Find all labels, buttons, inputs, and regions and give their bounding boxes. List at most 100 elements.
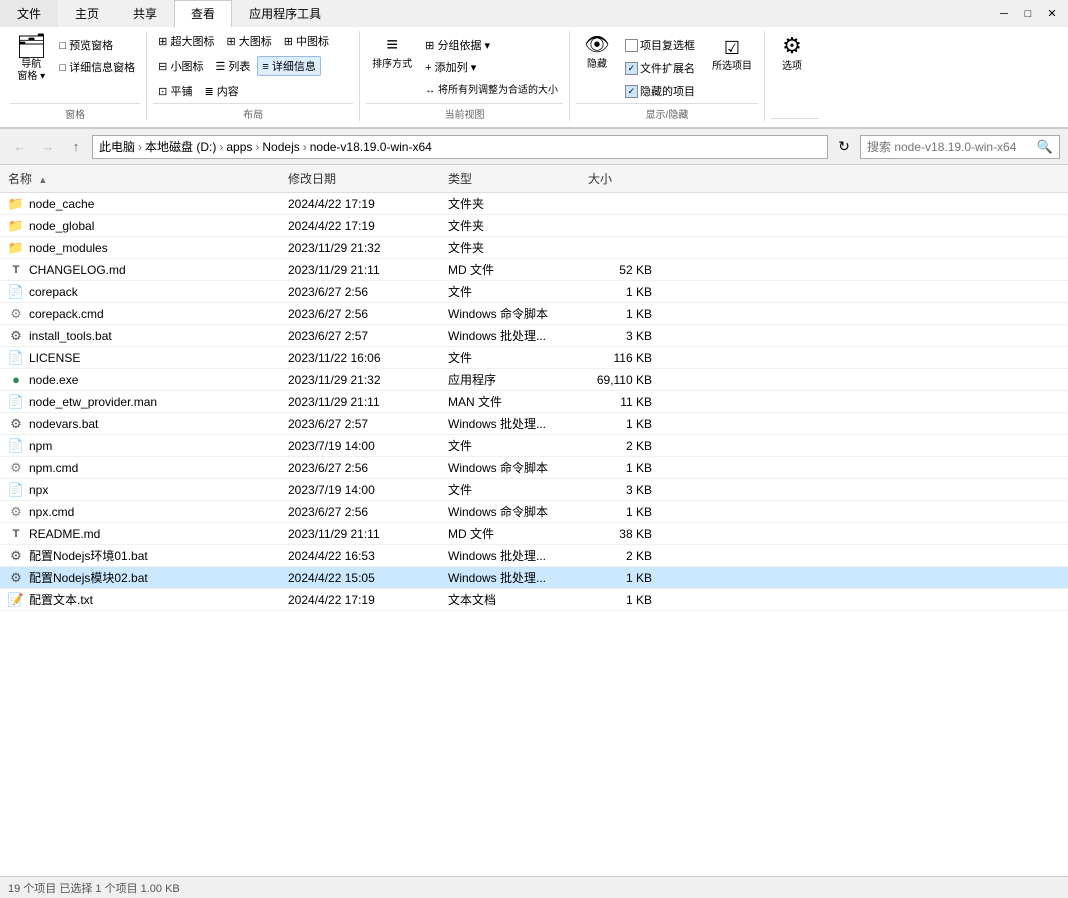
file-row[interactable]: ⚙ npm.cmd 2023/6/27 2:56 Windows 命令脚本 1 … [0,457,1068,479]
fit-columns-button[interactable]: ↔ 将所有列调整为合适的大小 [420,79,563,98]
hide-icon: 👁 [584,35,609,55]
col-header-size[interactable]: 大小 [580,168,660,189]
group-by-button[interactable]: ⊞ 分组依据 ▾ [420,35,563,55]
file-type: 文件 [440,437,580,454]
nav-pane-icon: 🗂 [16,35,46,59]
file-row[interactable]: ⚙ install_tools.bat 2023/6/27 2:57 Windo… [0,325,1068,347]
file-row[interactable]: ⚙ 配置Nodejs模块02.bat 2024/4/22 15:05 Windo… [0,567,1068,589]
file-row[interactable]: ⚙ nodevars.bat 2023/6/27 2:57 Windows 批处… [0,413,1068,435]
file-icon: T [8,526,24,542]
search-input[interactable] [867,140,1037,154]
view-extra-large-button[interactable]: ⊞ 超大图标 [153,31,219,51]
refresh-button[interactable]: ↻ [832,135,856,159]
nav-pane-button[interactable]: 🗂 导航窗格 ▾ [10,31,52,87]
search-box[interactable]: 🔍 [860,135,1060,159]
path-drive[interactable]: 本地磁盘 (D:) [145,138,216,155]
file-type: 文件夹 [440,195,580,212]
maximize-button[interactable]: □ [1018,5,1038,23]
file-row[interactable]: ● node.exe 2023/11/29 21:32 应用程序 69,110 … [0,369,1068,391]
file-type: 应用程序 [440,371,580,388]
file-row[interactable]: 📄 corepack 2023/6/27 2:56 文件 1 KB [0,281,1068,303]
column-headers: 名称 ▲ 修改日期 类型 大小 [0,165,1068,193]
file-row[interactable]: 📄 LICENSE 2023/11/22 16:06 文件 116 KB [0,347,1068,369]
ribbon: 🗂 导航窗格 ▾ □ 预览窗格 □ 详细信息窗格 窗格 ⊞ 超大图标 ⊞ 大图标 [0,27,1068,129]
path-pc[interactable]: 此电脑 [99,138,135,155]
view-medium-button[interactable]: ⊞ 中图标 [279,31,334,51]
tab-share[interactable]: 共享 [116,0,174,27]
view-large-button[interactable]: ⊞ 大图标 [221,31,276,51]
file-size: 1 KB [580,417,660,431]
close-button[interactable]: ✕ [1042,5,1062,23]
view-list-button[interactable]: ☰ 列表 [210,56,255,76]
view-small-button[interactable]: ⊟ 小图标 [153,56,208,76]
file-row[interactable]: 📄 npm 2023/7/19 14:00 文件 2 KB [0,435,1068,457]
selected-items-button[interactable]: ☑ 所选项目 [706,35,758,76]
file-row[interactable]: T CHANGELOG.md 2023/11/29 21:11 MD 文件 52… [0,259,1068,281]
path-current[interactable]: node-v18.19.0-win-x64 [310,140,432,154]
ribbon-group-current-view-label: 当前视图 [366,103,563,121]
file-size: 1 KB [580,505,660,519]
file-type: MAN 文件 [440,393,580,410]
file-date: 2023/6/27 2:56 [280,285,440,299]
file-row[interactable]: ⚙ 配置Nodejs环境01.bat 2024/4/22 16:53 Windo… [0,545,1068,567]
path-nodejs[interactable]: Nodejs [262,140,299,154]
file-icon: 📄 [8,350,24,366]
file-row[interactable]: 📄 npx 2023/7/19 14:00 文件 3 KB [0,479,1068,501]
address-bar: ← → ↑ 此电脑 › 本地磁盘 (D:) › apps › Nodejs › … [0,129,1068,165]
file-size: 1 KB [580,307,660,321]
add-column-button[interactable]: + 添加列 ▾ [420,57,563,77]
col-header-name[interactable]: 名称 ▲ [0,168,280,189]
tab-home[interactable]: 主页 [58,0,116,27]
file-size: 3 KB [580,329,660,343]
sort-button[interactable]: ≡ 排序方式 [366,31,418,74]
file-name: npm [29,439,52,453]
options-button[interactable]: ⚙ 选项 [771,31,813,76]
file-row[interactable]: 📁 node_modules 2023/11/29 21:32 文件夹 [0,237,1068,259]
file-row[interactable]: ⚙ npx.cmd 2023/6/27 2:56 Windows 命令脚本 1 … [0,501,1068,523]
file-type: Windows 批处理... [440,569,580,586]
view-content-button[interactable]: ≣ 内容 [199,81,243,101]
sort-label: 排序方式 [372,55,412,70]
path-apps[interactable]: apps [226,140,252,154]
address-path[interactable]: 此电脑 › 本地磁盘 (D:) › apps › Nodejs › node-v… [92,135,828,159]
file-date: 2024/4/22 17:19 [280,593,440,607]
file-date: 2024/4/22 17:19 [280,219,440,233]
forward-button[interactable]: → [36,135,60,159]
file-name: nodevars.bat [29,417,98,431]
file-name: 配置Nodejs模块02.bat [29,569,148,586]
tab-file[interactable]: 文件 [0,0,58,27]
preview-pane-button[interactable]: □ 预览窗格 [54,35,140,55]
hide-button[interactable]: 👁 隐藏 [576,31,618,74]
file-date: 2023/7/19 14:00 [280,439,440,453]
up-button[interactable]: ↑ [64,135,88,159]
file-name: npx [29,483,48,497]
ribbon-group-options: ⚙ 选项 [765,31,825,121]
file-row[interactable]: 📄 node_etw_provider.man 2023/11/29 21:11… [0,391,1068,413]
minimize-button[interactable]: ─ [994,5,1014,23]
ribbon-group-options-label [771,118,819,121]
col-header-date[interactable]: 修改日期 [280,168,440,189]
file-row[interactable]: 📝 配置文本.txt 2024/4/22 17:19 文本文档 1 KB [0,589,1068,611]
item-checkbox-toggle[interactable]: 项目复选框 [620,35,700,55]
file-row[interactable]: ⚙ corepack.cmd 2023/6/27 2:56 Windows 命令… [0,303,1068,325]
details-pane-button[interactable]: □ 详细信息窗格 [54,57,140,77]
view-details-button[interactable]: ≡ 详细信息 [257,56,320,76]
file-icon: 📁 [8,240,24,256]
selected-items-label: 所选项目 [712,57,752,72]
view-tile-button[interactable]: ⊡ 平铺 [153,81,197,101]
file-name: npx.cmd [29,505,74,519]
col-header-type[interactable]: 类型 [440,168,580,189]
item-checkbox-label: 项目复选框 [640,37,695,53]
file-name: node_etw_provider.man [29,395,157,409]
file-row[interactable]: 📁 node_cache 2024/4/22 17:19 文件夹 [0,193,1068,215]
file-row[interactable]: 📁 node_global 2024/4/22 17:19 文件夹 [0,215,1068,237]
hidden-items-toggle[interactable]: ✓ 隐藏的项目 [620,81,700,101]
file-ext-toggle[interactable]: ✓ 文件扩展名 [620,58,700,78]
back-button[interactable]: ← [8,135,32,159]
file-date: 2023/11/22 16:06 [280,351,440,365]
tab-view[interactable]: 查看 [174,0,232,28]
file-rows-container: 📁 node_cache 2024/4/22 17:19 文件夹 📁 node_… [0,193,1068,611]
file-icon: ⚙ [8,548,24,564]
tab-app-tools[interactable]: 应用程序工具 [232,0,338,27]
file-row[interactable]: T README.md 2023/11/29 21:11 MD 文件 38 KB [0,523,1068,545]
